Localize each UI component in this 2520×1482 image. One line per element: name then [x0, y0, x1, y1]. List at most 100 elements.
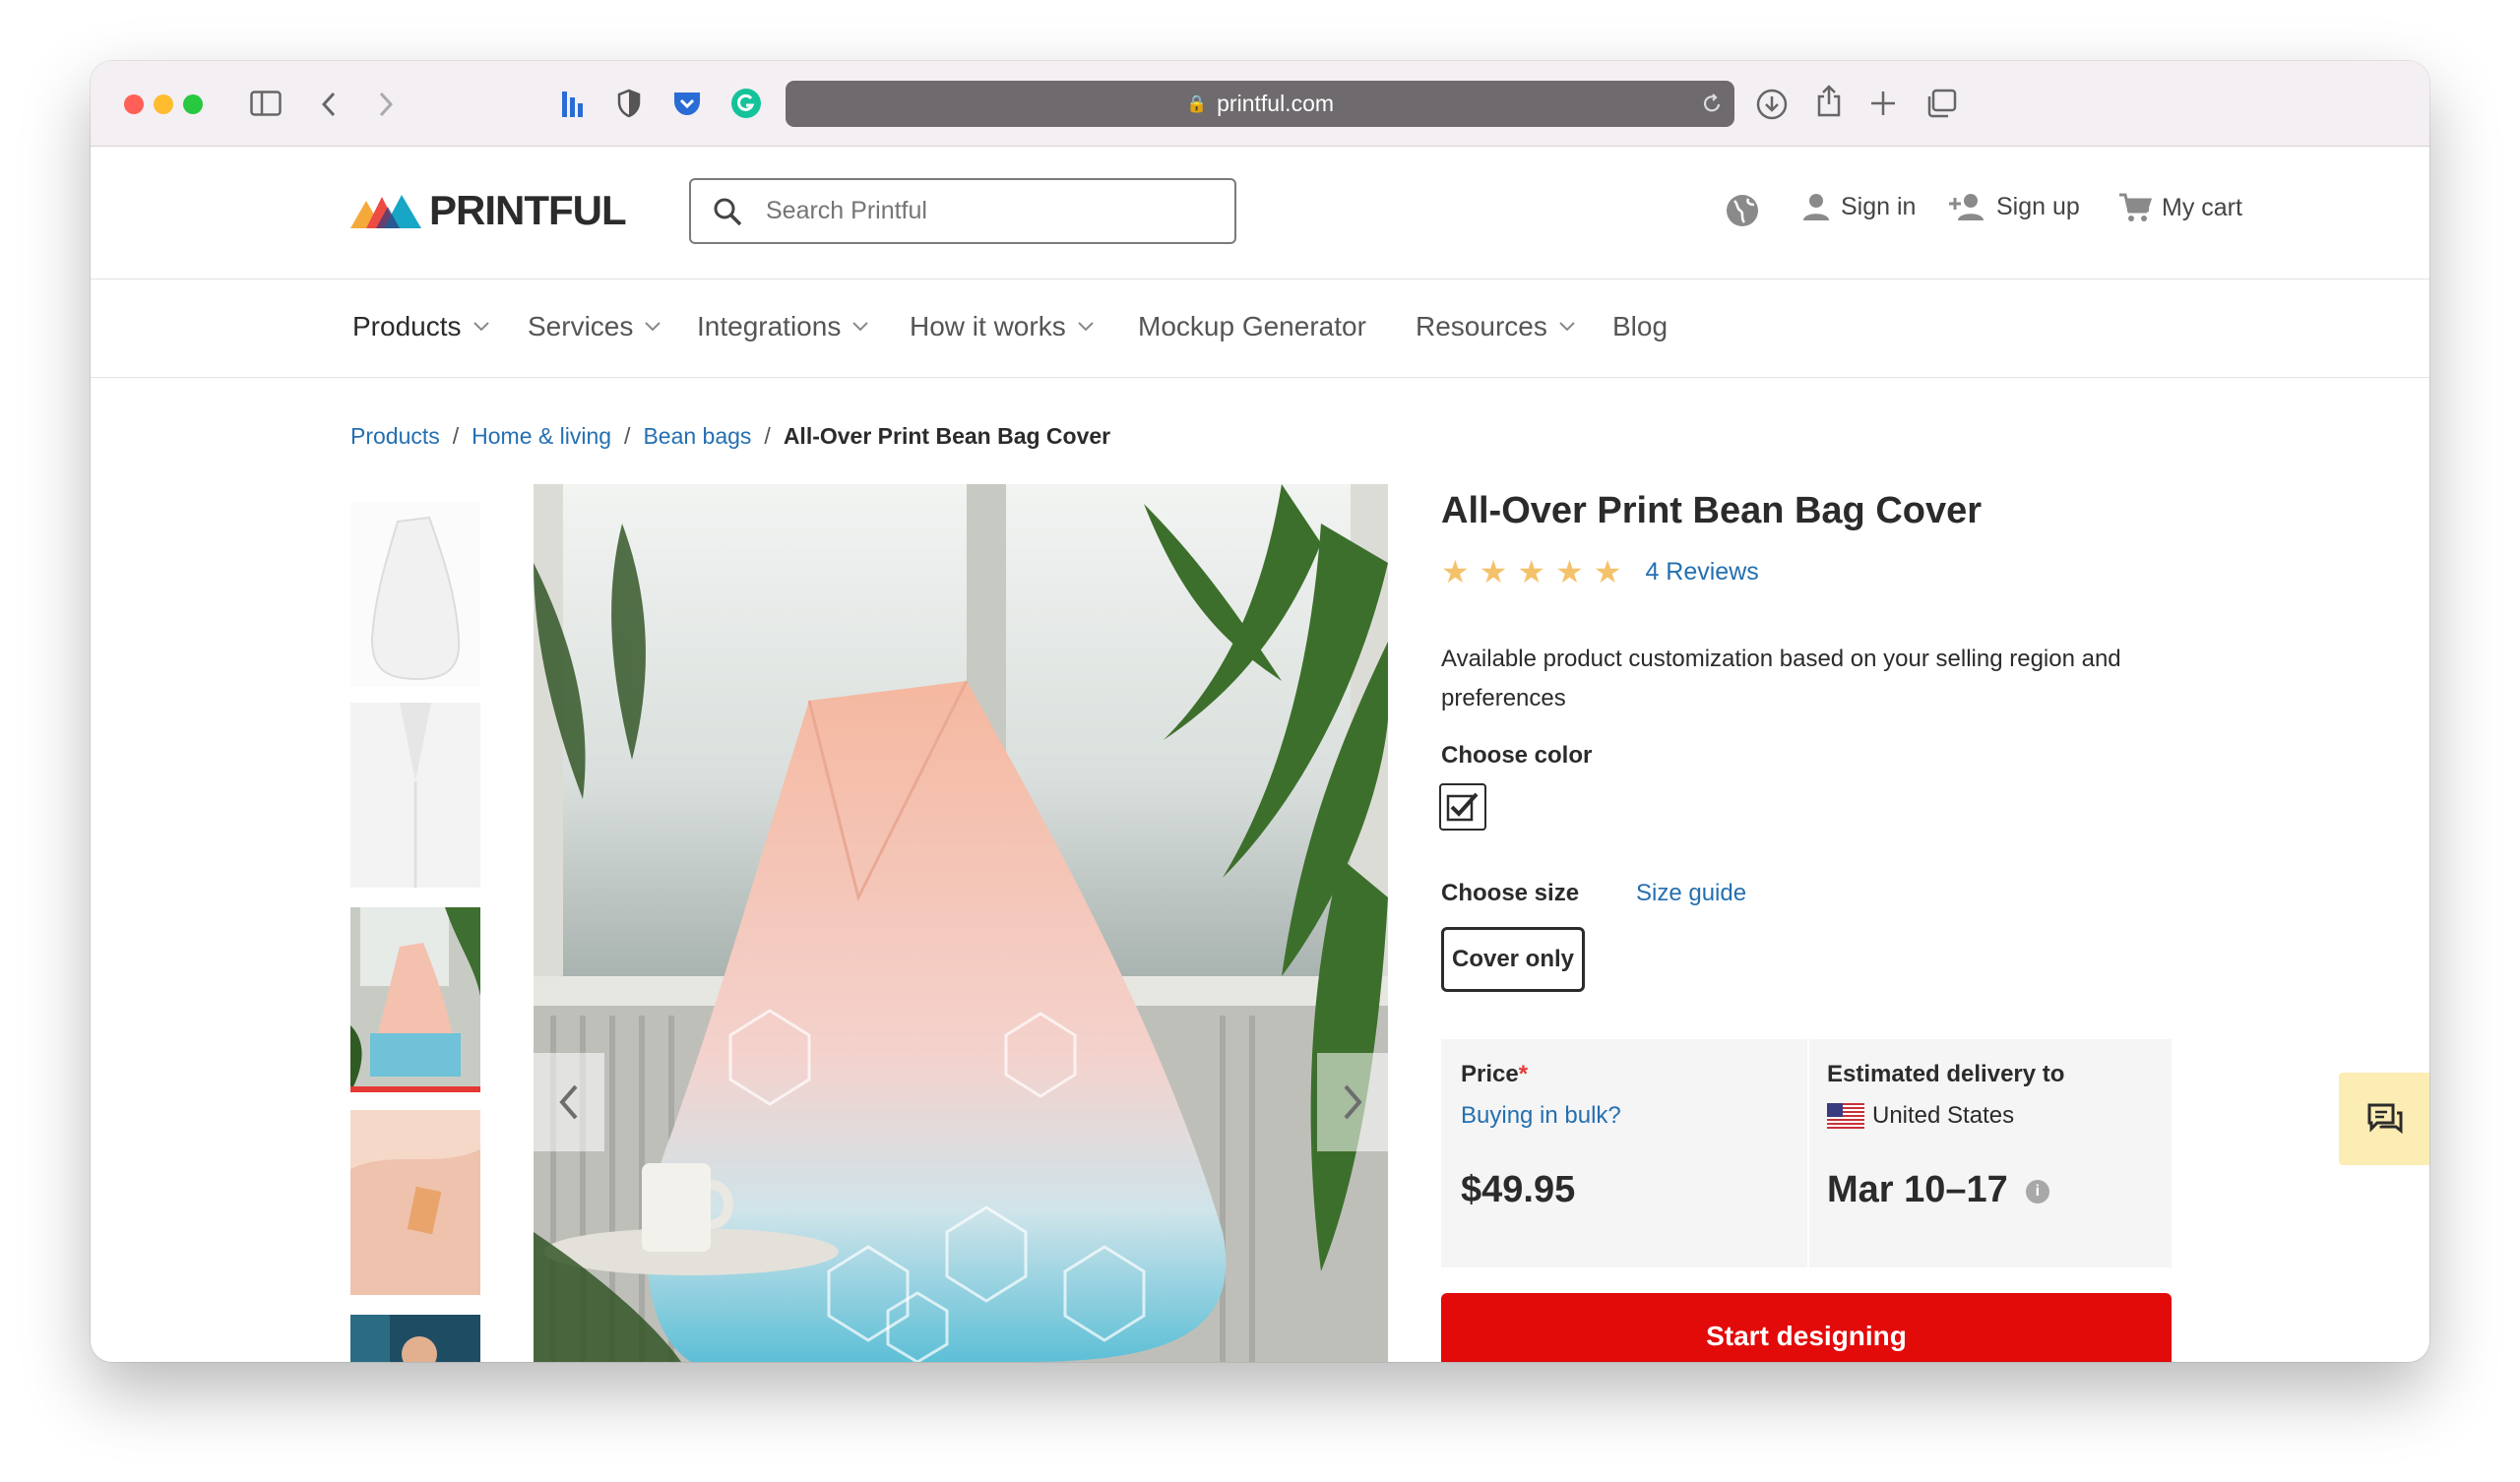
sign-in-link[interactable]: Sign in [1801, 192, 1916, 221]
gallery-thumbnail[interactable] [350, 502, 480, 687]
lock-icon: 🔒 [1185, 93, 1208, 113]
forward-icon[interactable] [378, 92, 394, 117]
delivery-label: Estimated delivery to [1827, 1061, 2065, 1087]
tab-overview-icon[interactable] [1925, 89, 1957, 118]
breadcrumb-current: All-Over Print Bean Bag Cover [783, 423, 1111, 449]
reviews-link[interactable]: 4 Reviews [1645, 558, 1758, 587]
new-tab-icon[interactable] [1870, 91, 1896, 116]
cart-link[interactable]: My cart [2118, 192, 2242, 223]
gallery-thumbnail-selected[interactable] [350, 907, 480, 1092]
choose-size-label: Choose size [1441, 880, 1580, 906]
reload-icon[interactable] [1701, 93, 1723, 116]
delivery-country-name: United States [1872, 1102, 2015, 1129]
address-bar[interactable]: 🔒 printful.com [786, 81, 1734, 127]
main-product-image[interactable] [534, 484, 1388, 1362]
bean-bag-white-thumbnail [370, 516, 461, 681]
search-input[interactable] [766, 197, 1199, 225]
delivery-dates: Mar 10–17 i [1827, 1169, 2049, 1211]
price-delivery-box: Price* Buying in bulk? $49.95 Estimated … [1441, 1039, 2172, 1267]
shield-extension-icon[interactable] [616, 89, 642, 118]
chat-widget-button[interactable] [2339, 1073, 2429, 1165]
chevron-down-icon [1559, 322, 1575, 332]
size-guide-link[interactable]: Size guide [1636, 880, 1746, 907]
nav-label: Blog [1612, 311, 1669, 341]
nav-label: Products [352, 311, 462, 341]
size-option-button[interactable]: Cover only [1441, 927, 1585, 992]
info-icon[interactable]: i [2025, 1179, 2049, 1204]
grammarly-icon[interactable] [730, 88, 762, 119]
site-header: PRINTFUL Sign in [91, 148, 2429, 279]
gallery-thumbnail[interactable] [350, 1110, 480, 1295]
cart-icon [2119, 193, 2152, 221]
nav-services[interactable]: Services [528, 311, 662, 342]
minimize-window-button[interactable] [154, 94, 173, 114]
choose-color-label: Choose color [1441, 742, 1593, 769]
gallery-thumbnail[interactable] [350, 1315, 480, 1362]
gallery-thumbnail[interactable] [350, 703, 480, 888]
main-nav: Products Services Integrations How it wo… [91, 279, 2429, 378]
chevron-down-icon [1077, 322, 1094, 332]
search-icon [714, 198, 742, 225]
chevron-right-icon [1344, 1084, 1362, 1120]
product-title: All-Over Print Bean Bag Cover [1441, 490, 1983, 531]
chevron-left-icon [559, 1084, 578, 1120]
browser-window: 🔒 printful.com PRINTFUL Search Printful … [91, 61, 2429, 1362]
star-icon: ★ [1517, 554, 1546, 589]
start-designing-button[interactable]: Start designing [1441, 1293, 2172, 1362]
nav-mockup-generator[interactable]: Mockup Generator [1138, 311, 1366, 342]
bean-bag-room-thumbnail [350, 907, 480, 1086]
downloads-icon[interactable] [1756, 89, 1788, 120]
chevron-down-icon [852, 322, 869, 332]
pocket-icon[interactable] [671, 89, 703, 118]
nav-products[interactable]: Products [352, 311, 489, 342]
price-value: $49.95 [1461, 1169, 1576, 1210]
star-icon: ★ [1441, 554, 1470, 589]
logo-mountains-icon [350, 195, 421, 228]
star-icon: ★ [1555, 554, 1584, 589]
bulk-pricing-link[interactable]: Buying in bulk? [1461, 1102, 1621, 1130]
breadcrumb-link[interactable]: Products [350, 423, 440, 450]
breadcrumb-link[interactable]: Bean bags [643, 423, 751, 450]
product-description: Available product customization based on… [1441, 646, 2121, 711]
search-box[interactable] [689, 178, 1236, 244]
logo-text: PRINTFUL [429, 187, 627, 233]
nav-label: Resources [1416, 311, 1547, 341]
bean-bag-tag-thumbnail [350, 1110, 480, 1295]
printful-logo[interactable]: PRINTFUL [350, 187, 627, 233]
sign-in-label: Sign in [1841, 192, 1917, 220]
back-icon[interactable] [321, 92, 337, 117]
sign-up-link[interactable]: Sign up [1949, 192, 2080, 221]
bean-bag-scene-image [534, 484, 1388, 1362]
checkmark-icon [1446, 792, 1479, 822]
sidebar-icon[interactable] [250, 91, 282, 116]
add-user-icon [1949, 194, 1984, 220]
globe-icon[interactable] [1725, 193, 1760, 228]
extension-bars-icon[interactable] [561, 90, 585, 119]
chevron-down-icon [472, 322, 489, 332]
nav-label: Mockup Generator [1138, 311, 1366, 341]
zoom-window-button[interactable] [183, 94, 203, 114]
color-swatch-selected[interactable] [1439, 783, 1486, 831]
nav-label: Services [528, 311, 634, 341]
browser-toolbar: 🔒 printful.com [91, 61, 2429, 147]
user-icon [1803, 194, 1829, 220]
nav-resources[interactable]: Resources [1416, 311, 1575, 342]
share-icon[interactable] [1815, 85, 1843, 118]
star-icon: ★ [1593, 554, 1622, 589]
web-page: PRINTFUL Sign in [91, 148, 2429, 1362]
sign-up-label: Sign up [1996, 192, 2080, 220]
close-window-button[interactable] [124, 94, 144, 114]
nav-blog[interactable]: Blog [1612, 311, 1668, 342]
nav-integrations[interactable]: Integrations [697, 311, 869, 342]
rating: ★ ★ ★ ★ ★ 4 Reviews [1441, 553, 1759, 590]
gallery-prev-button[interactable] [534, 1053, 604, 1151]
gallery-next-button[interactable] [1317, 1053, 1388, 1151]
fabric-closeup-thumbnail [350, 703, 480, 888]
nav-how-it-works[interactable]: How it works [910, 311, 1094, 342]
nav-label: Integrations [697, 311, 842, 341]
delivery-country[interactable]: United States [1827, 1102, 2014, 1130]
breadcrumb-link[interactable]: Home & living [472, 423, 611, 450]
price-label: Price* [1461, 1061, 1528, 1088]
chat-icon [2367, 1103, 2403, 1135]
delivery-dates-text: Mar 10–17 [1827, 1169, 2008, 1210]
